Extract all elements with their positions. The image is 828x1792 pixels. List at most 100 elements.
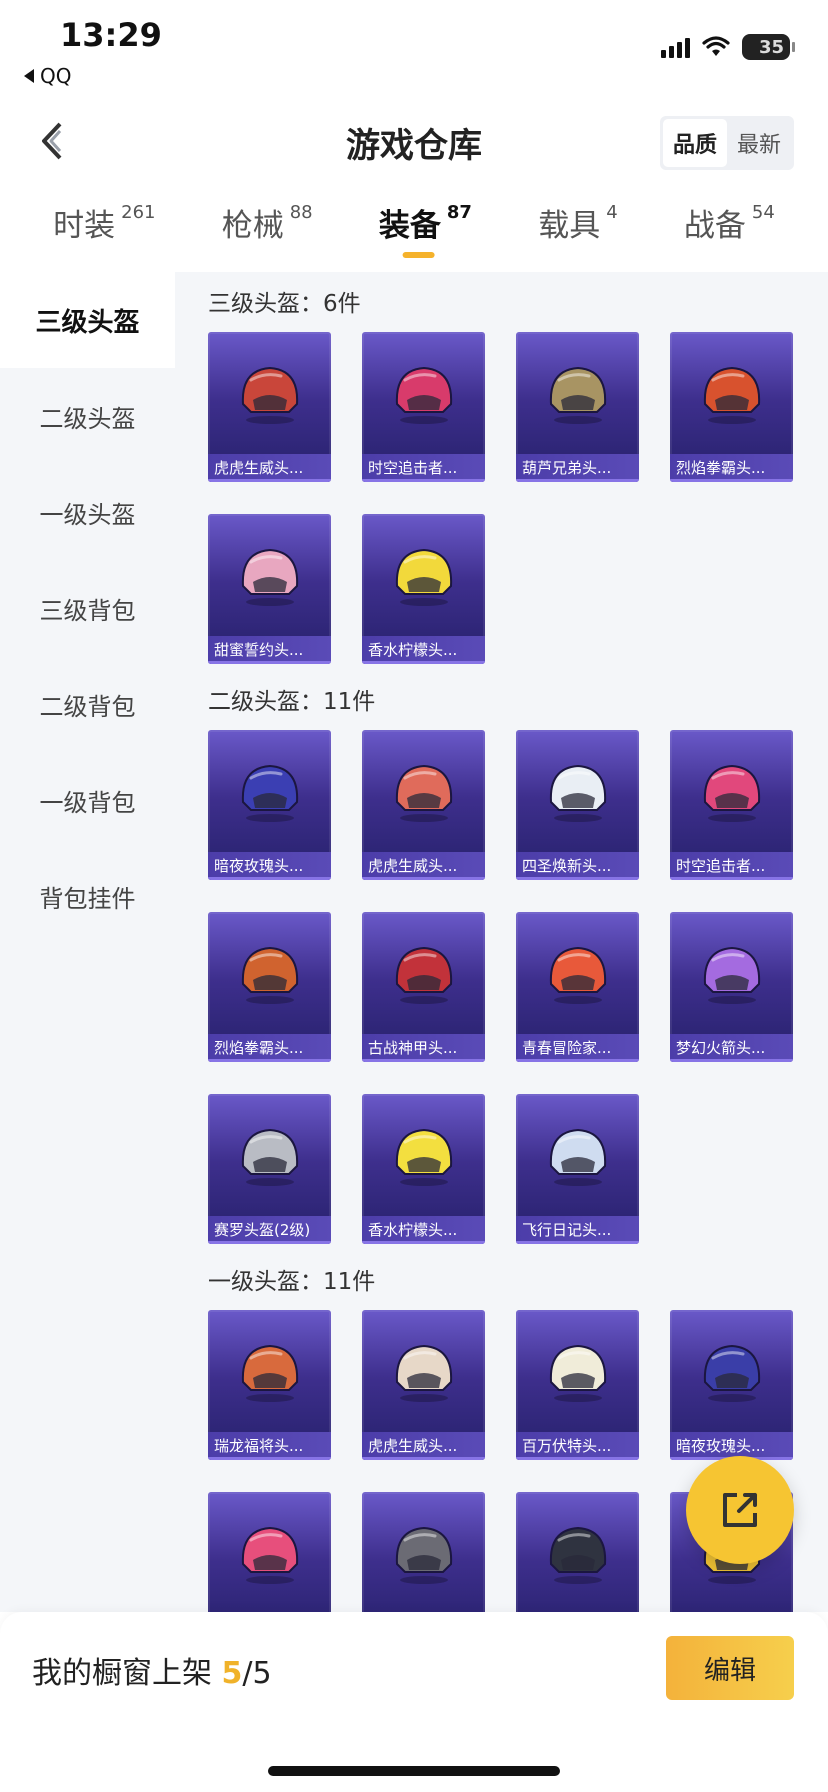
category-tabs: 时装 261 枪械 88 装备 87 载具 4 战备 54 (0, 200, 828, 270)
tab-firearms[interactable]: 枪械 88 (222, 200, 313, 270)
tab-count: 87 (446, 202, 472, 223)
item-name: 时空追击者... (362, 454, 485, 482)
sidebar-item-level1-helmet[interactable]: 一级头盔 (0, 464, 175, 560)
battery-icon: 35 (742, 34, 795, 60)
sidebar-item-level2-helmet[interactable]: 二级头盔 (0, 368, 175, 464)
item-card[interactable]: 百万伏特头... (516, 1310, 639, 1460)
item-name: 梦幻火箭头... (670, 1034, 793, 1062)
tab-label: 时装 (53, 208, 116, 244)
item-name: 赛罗头盔(2级) (208, 1216, 331, 1244)
section-title: 一级头盔：11件 (208, 1269, 376, 1295)
back-to-app[interactable]: QQ (24, 64, 71, 88)
item-card[interactable]: 飞行日记头... (516, 1094, 639, 1244)
tab-fashion[interactable]: 时装 261 (53, 200, 155, 270)
back-app-label: QQ (40, 64, 72, 88)
helmet-icon (241, 764, 298, 822)
item-name: 时空追击者... (670, 852, 793, 880)
item-name: 四圣焕新头... (516, 852, 639, 880)
helmet-icon (395, 366, 452, 424)
tab-count: 88 (289, 202, 313, 223)
share-button[interactable] (686, 1456, 794, 1564)
shelf-current: 5 (221, 1656, 243, 1691)
item-name: 虎虎生威头... (208, 454, 331, 482)
shelf-status: 我的橱窗上架 5/5 (32, 1648, 272, 1692)
item-card[interactable]: 时空追击者... (362, 332, 485, 482)
item-name: 百万伏特头... (516, 1432, 639, 1460)
helmet-icon (395, 548, 452, 606)
item-card[interactable] (362, 1492, 485, 1612)
helmet-icon (549, 764, 606, 822)
item-name: 虎虎生威头... (362, 1432, 485, 1460)
item-card[interactable]: 时空追击者... (670, 730, 793, 880)
screen: 13:29 QQ 35 游戏仓库 品质 最新 时装 261 枪械 88 装备 87 载… (0, 0, 828, 1792)
item-card[interactable]: 四圣焕新头... (516, 730, 639, 880)
item-card[interactable] (516, 1492, 639, 1612)
tab-count: 4 (606, 202, 618, 223)
helmet-icon (241, 1526, 298, 1584)
item-card[interactable]: 古战神甲头... (362, 912, 485, 1062)
helmet-icon (241, 548, 298, 606)
item-name: 甜蜜誓约头... (208, 636, 331, 664)
item-name: 青春冒险家... (516, 1034, 639, 1062)
sidebar-item-level1-backpack[interactable]: 一级背包 (0, 752, 175, 848)
tab-count: 54 (751, 202, 775, 223)
sidebar-item-backpack-charm[interactable]: 背包挂件 (0, 848, 175, 944)
item-card[interactable]: 虎虎生威头... (362, 730, 485, 880)
item-name: 瑞龙福将头... (208, 1432, 331, 1460)
helmet-icon (549, 1128, 606, 1186)
home-indicator[interactable] (268, 1766, 560, 1776)
status-time: 13:29 (60, 16, 162, 54)
item-name: 古战神甲头... (362, 1034, 485, 1062)
tab-count: 261 (121, 202, 156, 223)
item-name: 暗夜玫瑰头... (208, 852, 331, 880)
sort-newest-option[interactable]: 最新 (727, 119, 791, 167)
item-card[interactable]: 虎虎生威头... (362, 1310, 485, 1460)
shelf-total: /5 (242, 1656, 272, 1691)
wifi-icon (702, 36, 730, 56)
sidebar-item-level3-backpack[interactable]: 三级背包 (0, 560, 175, 656)
sort-quality-option[interactable]: 品质 (662, 119, 727, 167)
item-card[interactable]: 暗夜玫瑰头... (670, 1310, 793, 1460)
tab-label: 装备 (378, 208, 441, 244)
signal-icon (661, 36, 690, 58)
item-card[interactable]: 梦幻火箭头... (670, 912, 793, 1062)
item-card[interactable]: 烈焰拳霸头... (208, 912, 331, 1062)
helmet-icon (241, 1128, 298, 1186)
item-card[interactable]: 暗夜玫瑰头... (208, 730, 331, 880)
helmet-icon (549, 1344, 606, 1402)
sort-toggle: 品质 最新 (659, 116, 794, 170)
tab-supplies[interactable]: 战备 54 (684, 200, 775, 270)
sidebar-item-level3-helmet[interactable]: 三级头盔 (0, 272, 175, 368)
sidebar-item-level2-backpack[interactable]: 二级背包 (0, 656, 175, 752)
section-title: 三级头盔：6件 (208, 291, 361, 317)
tab-label: 枪械 (221, 208, 284, 244)
sidebar: 三级头盔 二级头盔 一级头盔 三级背包 二级背包 一级背包 背包挂件 (0, 272, 175, 1612)
helmet-icon (549, 946, 606, 1004)
share-icon (723, 1493, 757, 1527)
item-card[interactable]: 虎虎生威头... (208, 332, 331, 482)
item-name: 烈焰拳霸头... (208, 1034, 331, 1062)
tab-vehicles[interactable]: 载具 4 (538, 200, 617, 270)
item-name: 香水柠檬头... (362, 1216, 485, 1244)
item-card[interactable]: 烈焰拳霸头... (670, 332, 793, 482)
helmet-icon (703, 366, 760, 424)
item-content-area[interactable]: 三级头盔：6件 虎虎生威头... 时空追击者... 葫芦兄弟头... 烈焰拳霸头... 甜… (175, 272, 828, 1612)
edit-button[interactable]: 编辑 (666, 1636, 794, 1700)
item-card[interactable]: 香水柠檬头... (362, 514, 485, 664)
item-card[interactable]: 葫芦兄弟头... (516, 332, 639, 482)
item-card[interactable]: 瑞龙福将头... (208, 1310, 331, 1460)
battery-level: 35 (758, 36, 784, 58)
item-grid: 暗夜玫瑰头... 虎虎生威头... 四圣焕新头... 时空追击者... 烈焰拳霸头...… (208, 730, 828, 1244)
bottom-bar: 我的橱窗上架 5/5 编辑 (0, 1612, 828, 1792)
tab-label: 战备 (683, 208, 746, 244)
item-card[interactable]: 香水柠檬头... (362, 1094, 485, 1244)
item-card[interactable]: 甜蜜誓约头... (208, 514, 331, 664)
helmet-icon (241, 946, 298, 1004)
helmet-icon (395, 1526, 452, 1584)
helmet-icon (395, 946, 452, 1004)
item-card[interactable]: 青春冒险家... (516, 912, 639, 1062)
item-card[interactable]: 赛罗头盔(2级) (208, 1094, 331, 1244)
tab-equipment[interactable]: 装备 87 (379, 200, 472, 270)
helmet-icon (549, 1526, 606, 1584)
item-card[interactable] (208, 1492, 331, 1612)
